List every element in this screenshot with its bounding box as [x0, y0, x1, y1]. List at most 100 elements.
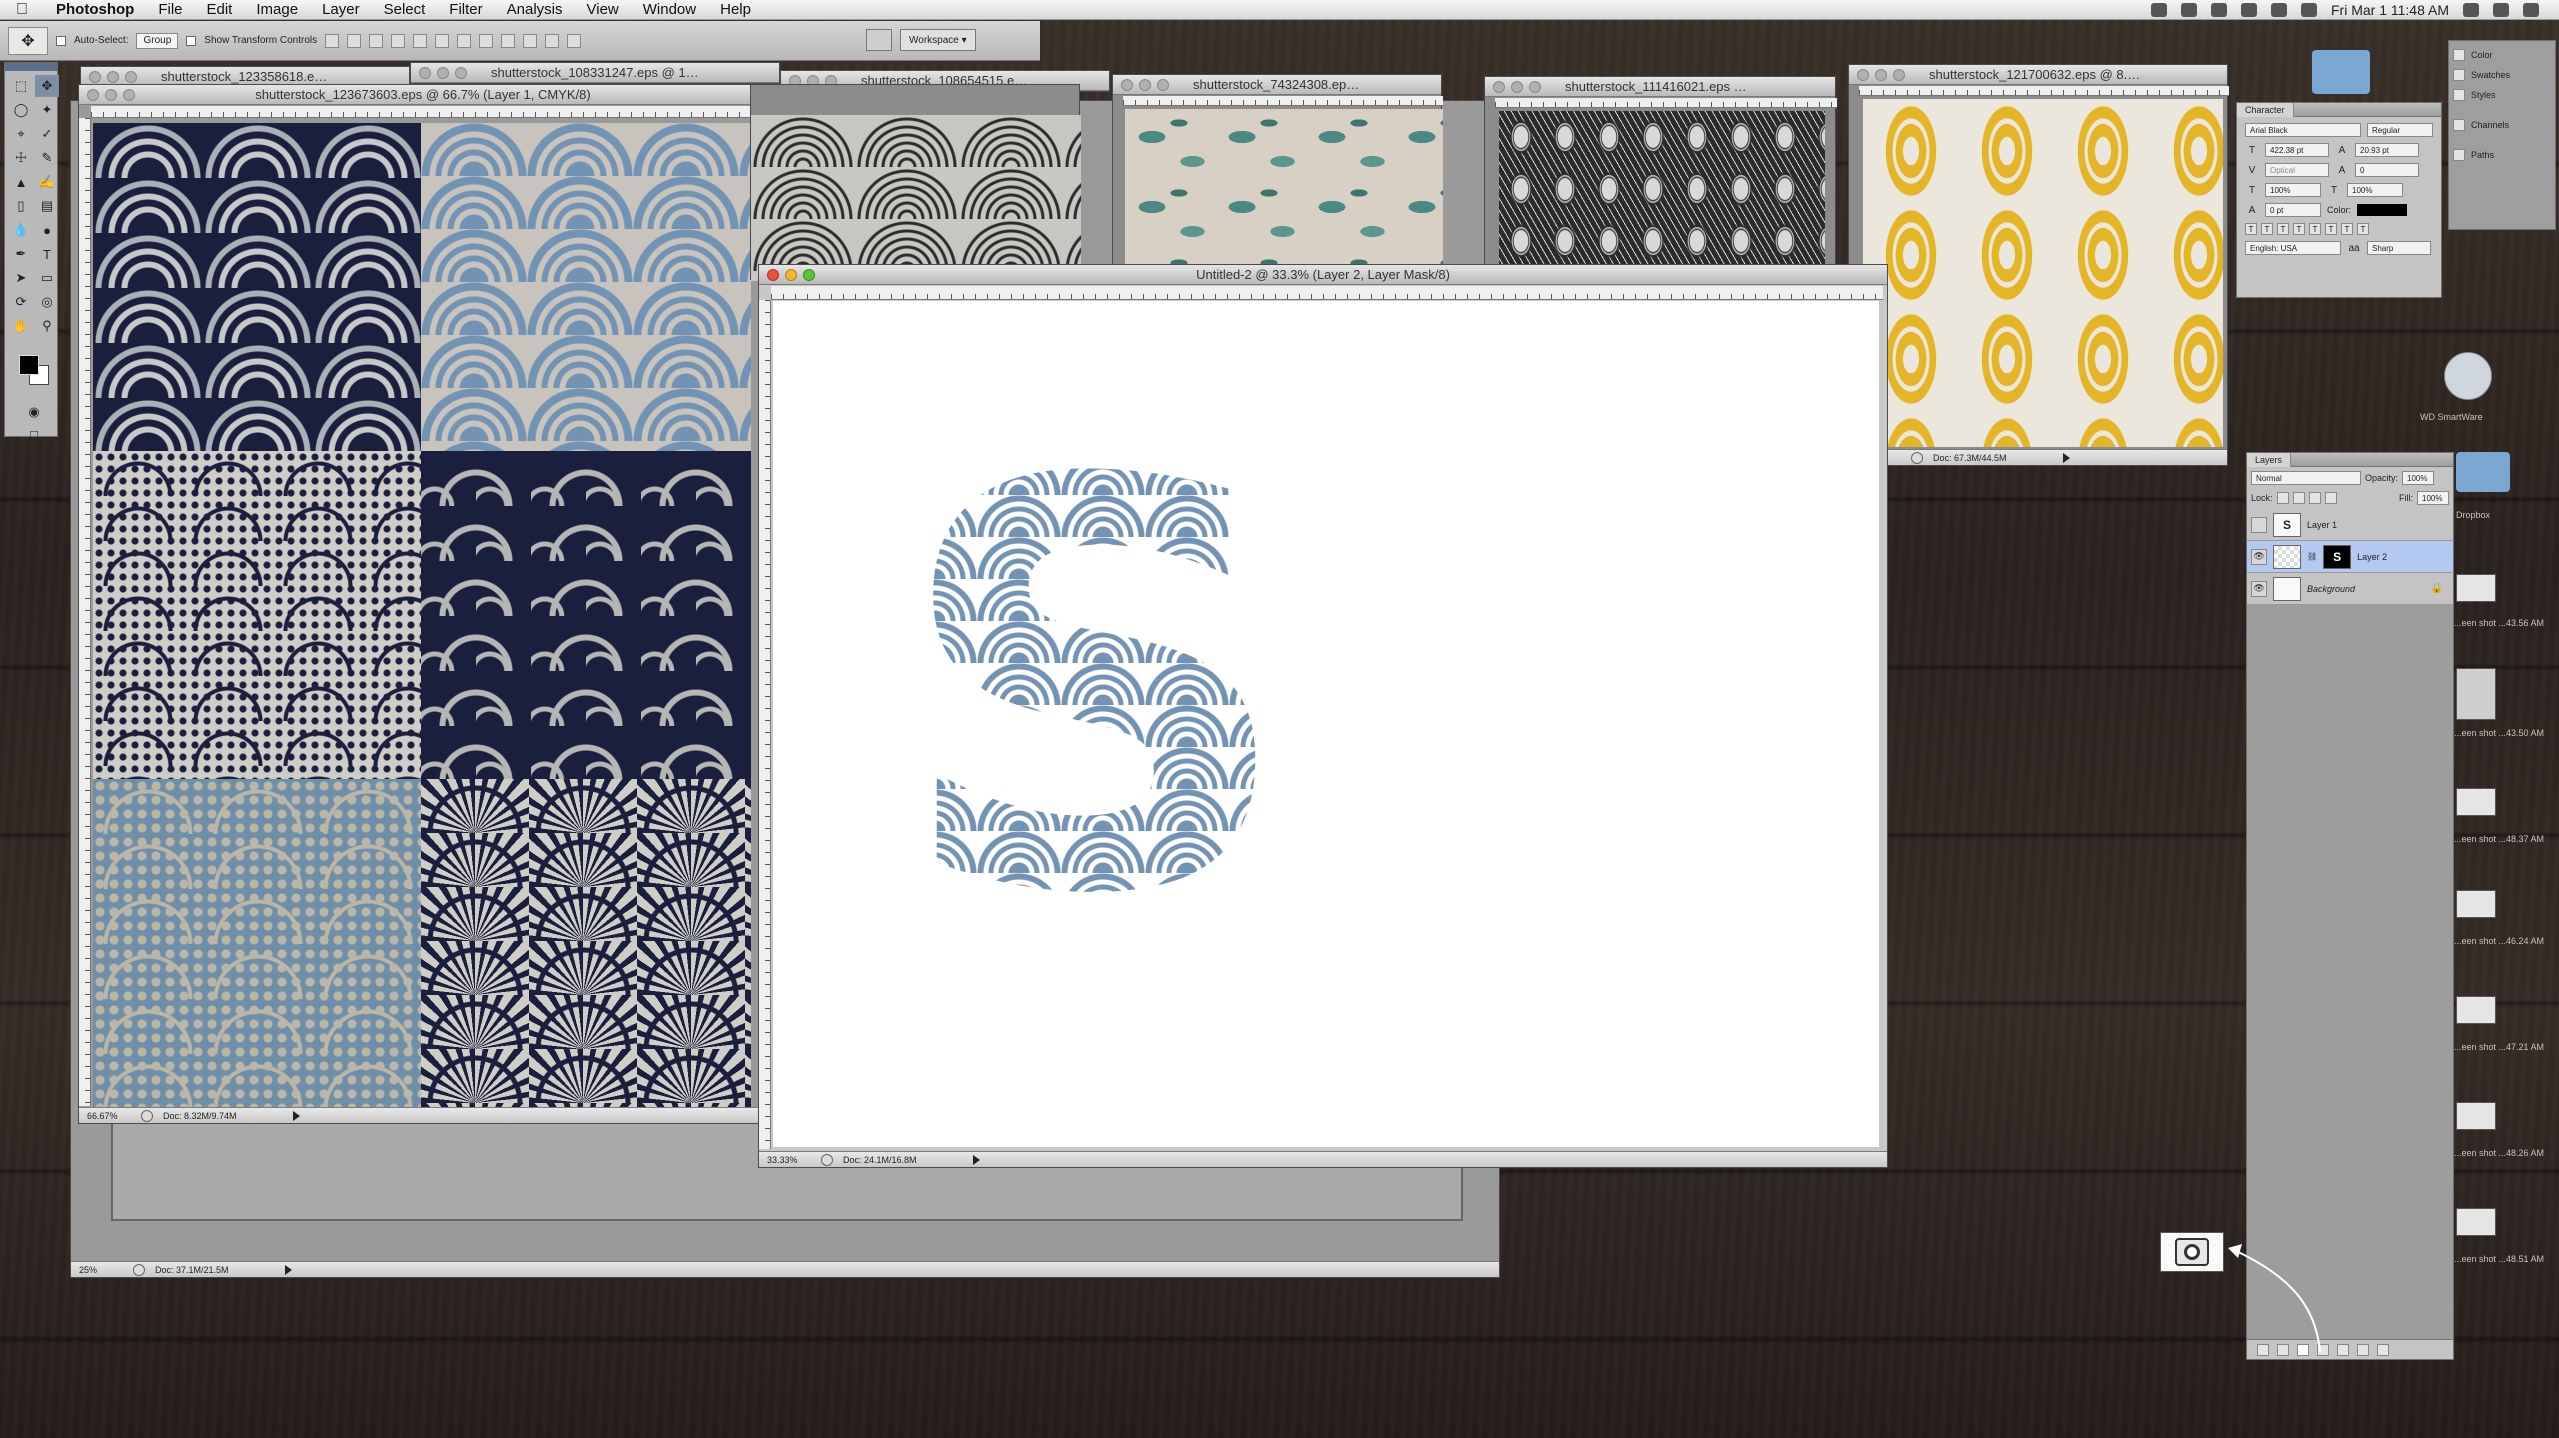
window-1-zoom-button[interactable] [125, 70, 137, 83]
font-style-select[interactable]: Regular [2367, 123, 2433, 137]
tab-layers[interactable]: Layers [2247, 452, 2292, 467]
document-window-patterns[interactable]: shutterstock_123673603.eps @ 66.7% (Laye… [78, 84, 768, 1124]
layer2-mask-thumbnail[interactable]: S [2323, 544, 2352, 569]
patterns-window-titlebar[interactable]: shutterstock_123673603.eps @ 66.7% (Laye… [79, 85, 767, 105]
screen-mode-icon[interactable]: □ [22, 423, 46, 445]
align-left-icon[interactable] [391, 33, 406, 48]
dock-item-paths[interactable]: Paths [2453, 149, 2551, 161]
healing-brush-tool-icon[interactable]: ☩ [9, 147, 33, 169]
eye-icon[interactable]: 👁 [2251, 548, 2267, 565]
3d-orbit-tool-icon[interactable]: ◎ [35, 291, 59, 313]
active-canvas[interactable]: S [773, 301, 1879, 1147]
eyedropper-tool-icon[interactable]: ✓ [35, 123, 59, 145]
eraser-tool-icon[interactable]: ▯ [9, 195, 33, 217]
pen-tool-icon[interactable]: ✒ [9, 243, 33, 265]
type-tool-icon[interactable]: T [35, 243, 59, 265]
active-close-button[interactable] [767, 268, 779, 281]
layer2-name[interactable]: Layer 2 [2357, 552, 2387, 562]
faux-bold-button[interactable]: T [2245, 223, 2257, 235]
menu-layer[interactable]: Layer [310, 1, 372, 18]
vertical-scale-field[interactable]: 100% [2265, 183, 2321, 197]
masked-letter-s[interactable]: S [893, 411, 1296, 971]
screenshot-file-icon[interactable] [2456, 996, 2496, 1024]
all-caps-button[interactable]: T [2277, 223, 2289, 235]
peacock-minimize-button[interactable] [1139, 78, 1151, 91]
back-zoom-field[interactable]: 25% [79, 1265, 123, 1275]
leaves-horizontal-ruler[interactable] [1495, 98, 1837, 108]
spotlight-icon[interactable] [2493, 3, 2509, 17]
workspace-dropdown[interactable]: Workspace ▾ [900, 29, 976, 51]
layer2-thumbnail[interactable] [2273, 544, 2301, 569]
ikat-window-titlebar[interactable]: shutterstock_121700632.eps @ 8.33% (Lay.… [1849, 65, 2227, 85]
align-bottom-icon[interactable] [369, 33, 384, 48]
window-2-titlebar[interactable]: shutterstock_108331247.eps @ 12.5% (La..… [411, 63, 779, 83]
clone-stamp-tool-icon[interactable]: ▲ [9, 171, 33, 193]
distribute-right-icon[interactable] [567, 33, 582, 48]
blend-mode-select[interactable]: Normal [2251, 471, 2361, 485]
menu-view[interactable]: View [575, 1, 631, 18]
underline-button[interactable]: T [2341, 223, 2353, 235]
horizontal-scale-field[interactable]: 100% [2347, 183, 2403, 197]
active-status-arrow-icon[interactable] [973, 1154, 980, 1165]
document-window-active[interactable]: Untitled-2 @ 33.3% (Layer 2, Layer Mask/… [758, 264, 1888, 1168]
baseline-shift-field[interactable]: 0 pt [2265, 203, 2321, 217]
lock-position-icon[interactable] [2308, 492, 2321, 504]
ikat-close-button[interactable] [1857, 68, 1869, 81]
patterns-close-button[interactable] [87, 88, 99, 101]
patterns-horizontal-ruler[interactable] [91, 106, 767, 118]
brush-tool-icon[interactable]: ✎ [35, 147, 59, 169]
screenshot-file-icon[interactable] [2456, 890, 2496, 918]
move-tool-preset-icon[interactable]: ✥ [8, 26, 48, 55]
peacock-zoom-button[interactable] [1157, 78, 1169, 91]
align-top-icon[interactable] [325, 33, 340, 48]
character-panel-header[interactable]: Character [2237, 102, 2441, 117]
tracking-field[interactable]: 0 [2355, 163, 2419, 177]
antialias-select[interactable]: Sharp [2367, 241, 2431, 255]
active-zoom-field[interactable]: 33.33% [767, 1155, 811, 1165]
subscript-button[interactable]: T [2325, 223, 2337, 235]
shape-tool-icon[interactable]: ▭ [35, 267, 59, 289]
menu-window[interactable]: Window [631, 1, 708, 18]
user-icon[interactable] [2463, 3, 2479, 17]
blur-tool-icon[interactable]: 💧 [9, 219, 33, 241]
folder-icon[interactable] [2312, 50, 2370, 94]
patterns-zoom-button[interactable] [123, 88, 135, 101]
active-window-titlebar[interactable]: Untitled-2 @ 33.3% (Layer 2, Layer Mask/… [759, 265, 1887, 285]
menu-filter[interactable]: Filter [437, 1, 494, 18]
3d-rotate-tool-icon[interactable]: ⟳ [9, 291, 33, 313]
document-window-ikat[interactable]: shutterstock_121700632.eps @ 8.33% (Lay.… [1848, 64, 2229, 466]
leading-field[interactable]: 20.93 pt [2355, 143, 2419, 157]
superscript-button[interactable]: T [2309, 223, 2321, 235]
magic-wand-tool-icon[interactable]: ✦ [35, 99, 59, 121]
lock-transparent-icon[interactable] [2276, 492, 2289, 504]
time-machine-icon[interactable] [2150, 3, 2167, 17]
new-layer-icon[interactable] [2357, 1343, 2369, 1356]
screenshot-file-icon[interactable] [2456, 574, 2496, 602]
leaves-close-button[interactable] [1493, 80, 1505, 93]
window-1-close-button[interactable] [89, 70, 101, 83]
background-thumbnail[interactable] [2273, 576, 2301, 601]
eye-icon[interactable]: 👁 [2251, 580, 2267, 597]
language-select[interactable]: English: USA [2245, 241, 2341, 255]
drive-icon[interactable] [2444, 352, 2492, 400]
transform-controls-checkbox[interactable] [186, 35, 197, 46]
distribute-hcenter-icon[interactable] [545, 33, 560, 48]
text-color-swatch[interactable] [2357, 204, 2408, 216]
notification-icon[interactable] [2523, 3, 2539, 17]
window-2-zoom-button[interactable] [455, 66, 467, 79]
active-minimize-button[interactable] [785, 268, 797, 281]
patterns-vertical-ruler[interactable] [79, 118, 91, 1106]
peacock-horizontal-ruler[interactable] [1123, 96, 1443, 106]
screenshot-file-icon[interactable] [2456, 668, 2496, 720]
align-hcenter-icon[interactable] [413, 33, 428, 48]
gradient-tool-icon[interactable]: ▤ [35, 195, 59, 217]
layer-row-layer1[interactable]: S Layer 1 [2247, 509, 2453, 541]
distribute-top-icon[interactable] [457, 33, 472, 48]
menu-image[interactable]: Image [244, 1, 310, 18]
marquee-tool-icon[interactable]: ⬚ [9, 75, 33, 97]
ikat-status-arrow-icon[interactable] [2063, 452, 2070, 463]
align-vcenter-icon[interactable] [347, 33, 362, 48]
kerning-field[interactable]: Optical [2265, 163, 2329, 177]
tools-panel-grip[interactable] [5, 63, 57, 71]
menu-select[interactable]: Select [372, 1, 438, 18]
